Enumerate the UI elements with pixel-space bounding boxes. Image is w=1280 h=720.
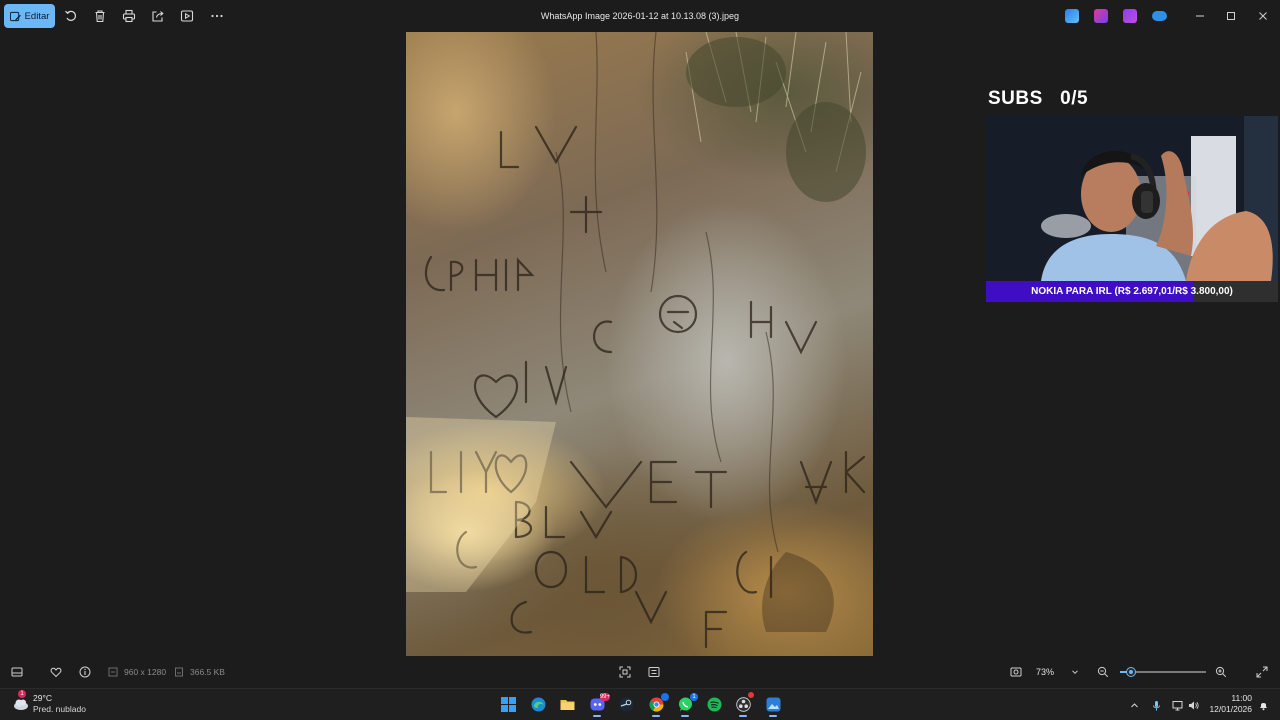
chevron-down-icon[interactable] [1068, 665, 1082, 679]
windows-icon [500, 696, 516, 712]
designer-app-icon[interactable] [1065, 9, 1079, 23]
chrome-badge [661, 693, 669, 701]
spotify-app[interactable] [706, 696, 722, 712]
zoom-out-icon[interactable] [1096, 665, 1110, 679]
weather-badge: 1 [18, 690, 26, 698]
clipchamp-app-icon[interactable] [1094, 9, 1108, 23]
fullscreen-icon[interactable] [1255, 665, 1269, 679]
whatsapp-badge: 1 [690, 693, 698, 701]
edit-button[interactable]: Editar [4, 4, 55, 28]
network-icon[interactable] [1171, 699, 1183, 711]
file-size-icon [172, 665, 186, 679]
chrome-app[interactable] [648, 693, 669, 717]
filmstrip-icon[interactable] [10, 665, 24, 679]
file-title: WhatsApp Image 2026-01-12 at 10.13.08 (3… [540, 11, 740, 21]
slideshow-icon[interactable] [179, 8, 195, 24]
favorite-icon[interactable] [49, 665, 63, 679]
weather-temperature: 29°C [33, 693, 52, 703]
dimensions-icon [106, 665, 120, 679]
rock-carvings-texture [406, 32, 866, 649]
photos-app[interactable] [765, 696, 781, 717]
more-icon[interactable] [209, 8, 225, 24]
goal-progress-bar: NOKIA PARA IRL (R$ 2.697,01/R$ 3.800,00) [986, 281, 1278, 302]
chevron-up-icon[interactable] [1128, 699, 1140, 711]
volume-icon[interactable] [1187, 699, 1199, 711]
maximize-icon[interactable] [1224, 9, 1238, 23]
minimize-icon[interactable] [1193, 9, 1207, 23]
obs-app[interactable] [735, 692, 754, 717]
obs-icon [735, 696, 751, 712]
subs-count: 0/5 [1060, 88, 1089, 109]
actual-size-icon[interactable] [647, 665, 661, 679]
zoom-level[interactable]: 73% [1036, 666, 1054, 678]
webcam-person-image [986, 116, 1278, 281]
edge-app[interactable] [530, 696, 546, 712]
rotate-icon[interactable] [63, 8, 79, 24]
microphone-icon[interactable] [1150, 699, 1162, 711]
taskbar [0, 688, 1280, 720]
edge-icon [531, 697, 545, 711]
photo-viewer-image[interactable] [406, 32, 873, 656]
discord-badge: 99+ [599, 693, 610, 701]
zoom-slider[interactable] [1120, 667, 1206, 677]
trash-icon[interactable] [92, 8, 108, 24]
subs-counter: SUBS 0/5 [988, 88, 1088, 110]
pencil-image-icon [9, 11, 21, 21]
clock-time[interactable]: 11:00 [1226, 693, 1252, 703]
start-button[interactable] [500, 696, 516, 712]
edit-button-label: Editar [24, 10, 50, 22]
photos-icon [766, 697, 780, 711]
image-dimensions: 960 x 1280 [124, 667, 167, 677]
file-size: 366.5 KB [190, 667, 225, 677]
subs-label: SUBS [988, 88, 1043, 109]
onedrive-icon[interactable] [1152, 11, 1167, 21]
close-icon[interactable] [1256, 9, 1270, 23]
clock-date[interactable]: 12/01/2026 [1206, 704, 1252, 714]
spotify-icon [707, 697, 721, 711]
goal-text: NOKIA PARA IRL (R$ 2.697,01/R$ 3.800,00) [1031, 286, 1233, 297]
weather-description: Pred. nublado [33, 704, 86, 714]
screenshot-icon[interactable] [1009, 665, 1023, 679]
steam-app[interactable] [618, 696, 634, 712]
discord-app[interactable]: 99+ [589, 693, 610, 717]
print-icon[interactable] [121, 8, 137, 24]
whatsapp-app[interactable]: 1 [677, 693, 698, 717]
info-icon[interactable] [78, 665, 92, 679]
webcam-feed [986, 116, 1278, 281]
weather-widget[interactable]: 1 [12, 690, 30, 712]
video-editor-icon[interactable] [1123, 9, 1137, 23]
zoom-in-icon[interactable] [1214, 665, 1228, 679]
notification-icon[interactable] [1257, 699, 1269, 711]
folder-icon [560, 699, 574, 710]
obs-recording-indicator [748, 692, 754, 698]
file-explorer-app[interactable] [559, 696, 575, 712]
steam-icon [619, 697, 633, 711]
title-bar: Editar WhatsApp Image 2026-01-12 at 10.1… [0, 0, 1280, 32]
share-icon[interactable] [150, 8, 166, 24]
fit-window-icon[interactable] [618, 665, 632, 679]
